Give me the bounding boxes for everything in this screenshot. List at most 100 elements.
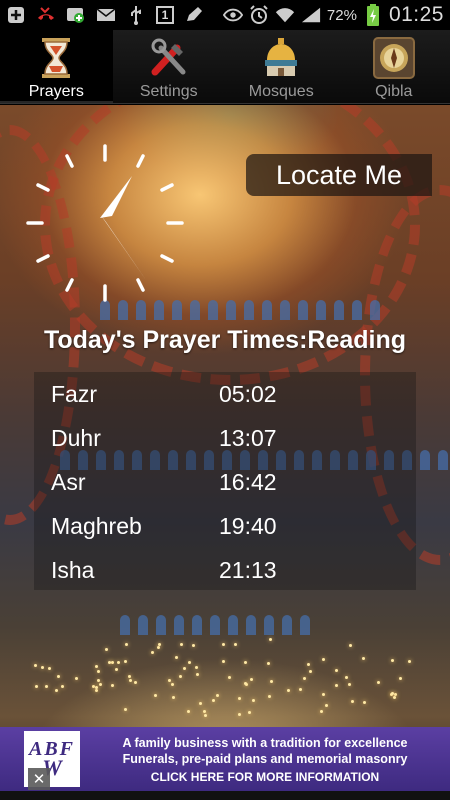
chandelier-light [115, 668, 119, 672]
alarm-icon [249, 5, 269, 25]
chandelier-light [104, 647, 108, 651]
prayer-time: 19:40 [219, 512, 277, 539]
tab-mosques-label: Mosques [248, 83, 314, 100]
chandelier-light [243, 660, 247, 664]
tab-bar: Prayers Settings Mosques Qibla [0, 30, 450, 104]
chandelier-light [320, 709, 324, 713]
prayer-time: 16:42 [219, 468, 277, 495]
hour-hand [100, 176, 132, 218]
battery-percent: 72% [326, 6, 357, 24]
chandelier-light [57, 675, 61, 679]
chandelier-light [110, 684, 114, 688]
prayer-times-table: Fazr 05:02 Duhr 13:07 Asr 16:42 Maghreb … [34, 372, 416, 590]
chandelier-light [187, 709, 191, 713]
chandelier-light [157, 645, 161, 649]
compass-icon [372, 36, 416, 80]
chandelier-light [110, 661, 114, 665]
chandelier-light [391, 658, 395, 662]
hourglass-icon [34, 36, 78, 80]
chandelier-light [234, 642, 238, 646]
chandelier-light [171, 696, 175, 700]
tab-prayers[interactable]: Prayers [0, 30, 113, 103]
prayer-row: Duhr 13:07 [34, 416, 416, 460]
prayer-row: Fazr 05:02 [34, 372, 416, 416]
usb-icon [126, 5, 146, 25]
locate-me-button[interactable]: Locate Me [246, 154, 432, 196]
chandelier-light [125, 643, 129, 647]
chandelier-light [334, 684, 338, 688]
prayer-row: Isha 21:13 [34, 548, 416, 592]
chandelier-light [128, 675, 132, 679]
chandelier-light [98, 683, 102, 687]
gallery-icon [66, 5, 86, 25]
chandelier-light [211, 698, 215, 702]
chandelier-light [108, 660, 112, 664]
chandelier-light [157, 643, 161, 647]
chandelier-light [222, 642, 226, 646]
chandelier-light [407, 660, 411, 664]
plus-icon [6, 5, 26, 25]
prayer-name: Asr [51, 468, 86, 495]
chandelier-light [269, 637, 273, 641]
wifi-icon [275, 5, 295, 25]
prayer-name: Maghreb [51, 512, 142, 539]
chandelier-light [348, 644, 352, 648]
eye-icon [222, 5, 243, 25]
chandelier-light [123, 707, 127, 711]
chandelier-light [308, 670, 312, 674]
ad-banner[interactable]: ABF W A family business with a tradition… [0, 727, 450, 791]
prayer-name: Fazr [51, 380, 97, 407]
chandelier-light [377, 680, 381, 684]
chandelier-light [238, 712, 242, 716]
chandelier-light [321, 693, 325, 697]
chandelier-light [134, 681, 138, 685]
prayer-time: 13:07 [219, 424, 277, 451]
lower-windows [120, 615, 310, 635]
chandelier-light [302, 677, 306, 681]
pen-icon [184, 5, 204, 25]
chandelier-light [334, 668, 338, 672]
minute-hand [100, 214, 146, 280]
email-icon [96, 5, 116, 25]
tools-icon [147, 36, 191, 80]
prayer-name: Duhr [51, 424, 101, 451]
prayer-time: 21:13 [219, 556, 277, 583]
chandelier-light [167, 678, 171, 682]
ad-close-button[interactable]: ✕ [28, 768, 50, 790]
prayer-row: Maghreb 19:40 [34, 504, 416, 548]
chandelier-light [270, 680, 274, 684]
chandelier-light [123, 659, 127, 663]
ad-tagline: A family business with a tradition for e… [122, 735, 408, 750]
chandelier-light [150, 650, 154, 654]
missed-call-icon [36, 5, 56, 25]
tab-mosques[interactable]: Mosques [225, 30, 338, 103]
chandelier-light [195, 672, 199, 676]
chandelier-light [97, 678, 101, 682]
ad-cta[interactable]: CLICK HERE FOR MORE INFORMATION [151, 770, 379, 784]
chandelier-light [75, 676, 79, 680]
tab-prayers-label: Prayers [28, 83, 84, 100]
chandelier-light [238, 696, 242, 700]
tab-settings[interactable]: Settings [113, 30, 226, 103]
tab-qibla[interactable]: Qibla [338, 30, 450, 103]
chandelier-light [250, 677, 254, 681]
chandelier-light [97, 670, 101, 674]
chandelier-light [347, 682, 351, 686]
bottom-strip [0, 791, 450, 800]
chandelier-light [34, 685, 38, 689]
chandelier-light [61, 685, 65, 689]
chandelier-light [95, 689, 99, 693]
clock-time: 01:25 [388, 3, 444, 26]
chandelier-light [344, 676, 348, 680]
chandelier-light [154, 693, 158, 697]
tab-settings-label: Settings [139, 83, 198, 100]
signal-icon [301, 5, 321, 25]
status-bar: 1 72% 01:25 [0, 0, 450, 30]
chandelier-light [350, 700, 354, 704]
prayer-row: Asr 16:42 [34, 460, 416, 504]
ad-text: A family business with a tradition for e… [80, 735, 450, 784]
chandelier-light [204, 713, 208, 717]
chandelier-light [322, 658, 326, 662]
chandelier-light [183, 666, 187, 670]
calendar-icon: 1 [156, 6, 174, 24]
